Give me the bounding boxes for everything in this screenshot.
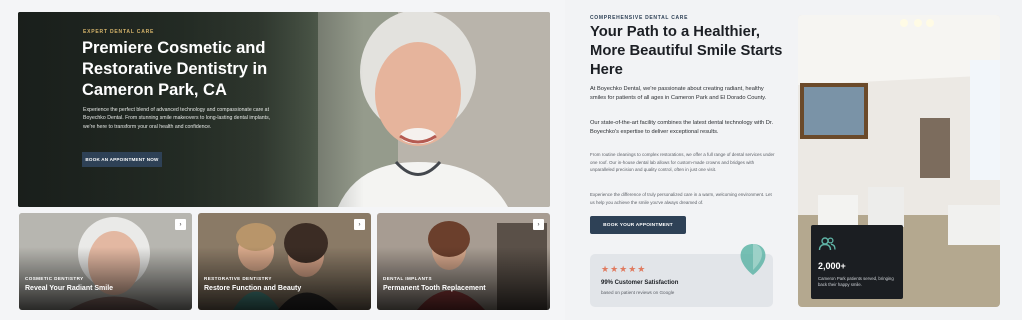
about-paragraph-2: Our state-of-the-art facility combines t… <box>590 120 774 135</box>
patients-count: 2,000+ <box>818 261 846 271</box>
card-category: DENTAL IMPLANTS <box>383 276 432 281</box>
chevron-icon[interactable]: › <box>533 219 544 230</box>
service-card-cosmetic[interactable]: › COSMETIC DENTISTRY Reveal Your Radiant… <box>19 213 192 310</box>
service-card-restorative[interactable]: › RESTORATIVE DENTISTRY Restore Function… <box>198 213 371 310</box>
star-rating: ★★★★★ <box>601 264 647 274</box>
patients-description: Cameron Park patients served, bringing b… <box>818 276 894 288</box>
satisfaction-card: ★★★★★ 99% Customer Satisfaction based on… <box>590 244 773 307</box>
about-eyebrow: COMPREHENSIVE DENTAL CARE <box>590 15 689 21</box>
service-card-implants[interactable]: › DENTAL IMPLANTS Permanent Tooth Replac… <box>377 213 550 310</box>
card-title: Permanent Tooth Replacement <box>383 285 486 292</box>
book-your-appointment-button[interactable]: BOOK YOUR APPOINTMENT <box>590 216 686 234</box>
card-title: Reveal Your Radiant Smile <box>25 285 114 292</box>
about-title: Your Path to a Healthier, More Beautiful… <box>590 24 783 78</box>
page: EXPERT DENTAL CARE Premiere Cosmetic and… <box>0 0 1022 320</box>
card-title: Restore Function and Beauty <box>204 285 302 292</box>
card-overlay <box>377 213 550 310</box>
about-paragraph-1: At Boyechko Dental, we're passionate abo… <box>590 86 767 101</box>
book-appointment-now-button[interactable]: BOOK AN APPOINTMENT NOW <box>82 152 162 167</box>
card-overlay <box>198 213 371 310</box>
hero-title: Premiere Cosmetic and Restorative Dentis… <box>82 39 268 99</box>
patients-stat-card: 2,000+ Cameron Park patients served, bri… <box>811 225 903 299</box>
about-paragraph-3: From routine cleanings to complex restor… <box>590 152 775 173</box>
about-paragraph-4: Experience the difference of truly perso… <box>590 192 772 205</box>
chevron-icon[interactable]: › <box>354 219 365 230</box>
chevron-icon[interactable]: › <box>175 219 186 230</box>
card-category: COSMETIC DENTISTRY <box>25 276 84 281</box>
card-overlay <box>19 213 192 310</box>
satisfaction-title: 99% Customer Satisfaction <box>601 280 679 286</box>
card-category: RESTORATIVE DENTISTRY <box>204 276 272 281</box>
tooth-location-icon <box>740 244 766 275</box>
hero-description: Experience the perfect blend of advanced… <box>83 107 271 130</box>
hero-eyebrow: EXPERT DENTAL CARE <box>83 29 155 35</box>
satisfaction-subtitle: based on patient reviews on Google <box>601 290 675 295</box>
users-icon <box>818 237 836 251</box>
